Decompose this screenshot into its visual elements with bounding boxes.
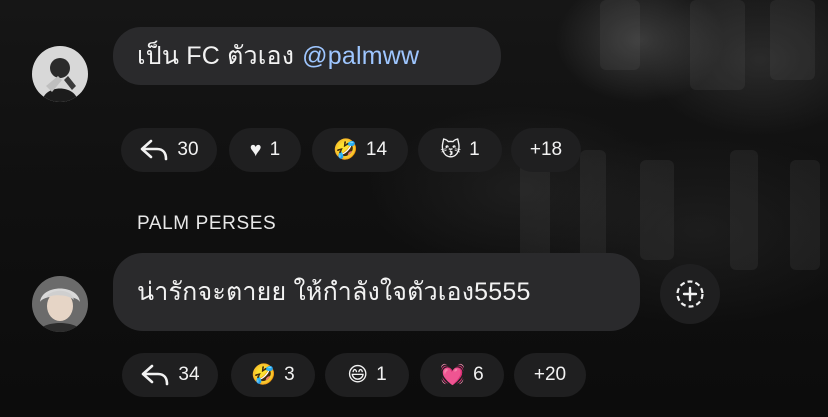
reaction-count: 1 — [469, 139, 480, 160]
reaction-growing-heart[interactable]: 💓 6 — [420, 353, 504, 397]
reaction-rofl[interactable]: 🤣 14 — [312, 128, 408, 172]
comment-author-name[interactable]: PALM PERSES — [137, 213, 276, 235]
reply-count: 30 — [177, 139, 199, 160]
growing-heart-emoji-icon: 💓 — [440, 364, 466, 386]
rolling-laughing-emoji-icon: 🤣 — [332, 139, 358, 161]
more-reactions-count: +18 — [529, 139, 563, 160]
mention-link[interactable]: @palmww — [302, 42, 419, 71]
more-reactions-count: +20 — [533, 364, 567, 385]
reaction-grinning[interactable]: 😄 1 — [325, 353, 409, 397]
reaction-count: 6 — [473, 364, 484, 385]
reaction-kissing-cat[interactable]: 😽 1 — [418, 128, 502, 172]
reply-count: 34 — [178, 364, 200, 385]
reaction-rofl[interactable]: 🤣 3 — [231, 353, 315, 397]
rolling-laughing-emoji-icon: 🤣 — [251, 364, 277, 386]
reaction-count: 14 — [365, 139, 388, 160]
comment-bubble-1[interactable]: เป็น FC ตัวเอง @palmww — [113, 27, 501, 85]
comment-bubble-2[interactable]: น่ารักจะตายย ให้กำลังใจตัวเอง5555 — [113, 253, 640, 331]
grinning-emoji-icon: 😄 — [347, 364, 369, 386]
kissing-cat-emoji-icon: 😽 — [440, 139, 462, 161]
reaction-count: 1 — [269, 139, 281, 160]
add-reaction-button[interactable] — [660, 264, 720, 324]
reaction-heart[interactable]: ♥ 1 — [229, 128, 301, 172]
heart-icon: ♥ — [249, 139, 262, 161]
reply-button[interactable]: 30 — [121, 128, 217, 172]
comment-text: เป็น FC ตัวเอง — [137, 42, 295, 70]
add-reaction-icon — [676, 280, 704, 308]
more-reactions-button[interactable]: +20 — [514, 353, 586, 397]
reply-button[interactable]: 34 — [122, 353, 218, 397]
reply-arrow-icon — [142, 364, 169, 386]
more-reactions-button[interactable]: +18 — [511, 128, 581, 172]
reaction-count: 1 — [376, 364, 387, 385]
avatar-commenter-1[interactable] — [32, 46, 88, 102]
reply-arrow-icon — [141, 139, 168, 161]
comment-text: น่ารักจะตายย ให้กำลังใจตัวเอง5555 — [137, 278, 531, 306]
reaction-count: 3 — [284, 364, 295, 385]
avatar-commenter-2[interactable] — [32, 276, 88, 332]
